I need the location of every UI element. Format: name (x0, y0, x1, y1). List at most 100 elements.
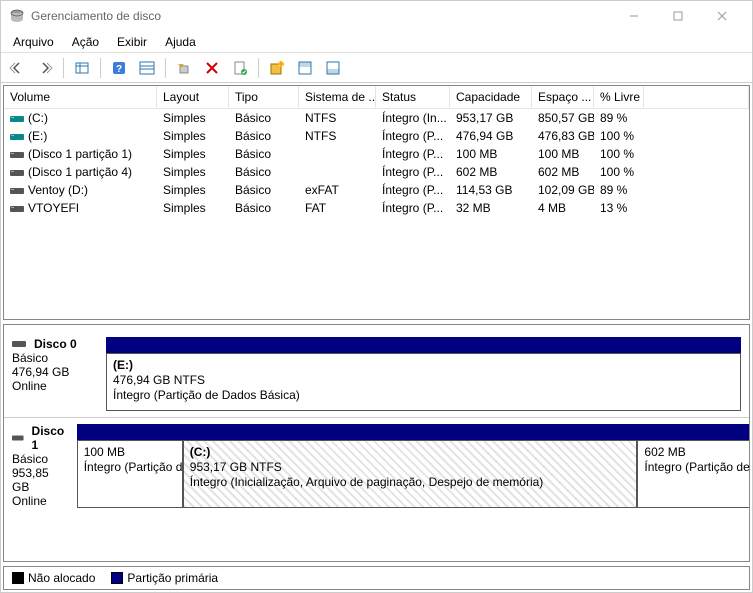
legend-unallocated: Não alocado (12, 571, 95, 585)
close-button[interactable] (700, 1, 744, 31)
partition-label: (C:) (190, 445, 631, 460)
volume-row[interactable]: (C:)SimplesBásicoNTFSÍntegro (In...953,1… (4, 109, 749, 127)
window-title: Gerenciamento de disco (31, 9, 161, 23)
disk-type: Básico (12, 351, 96, 365)
disk-icon (12, 433, 24, 443)
partition-size: 100 MB (84, 445, 176, 460)
view-bottom-button[interactable] (321, 56, 345, 80)
drive-icon (10, 168, 24, 178)
legend: Não alocado Partição primária (3, 566, 750, 590)
col-pctfree[interactable]: % Livre (594, 86, 644, 108)
drive-icon (10, 132, 24, 142)
refresh-button[interactable] (172, 56, 196, 80)
disk-state: Online (12, 379, 96, 393)
volume-fs: FAT (299, 200, 376, 216)
volume-layout: Simples (157, 164, 229, 180)
drive-icon (10, 114, 24, 124)
legend-box-navy (111, 572, 123, 584)
disk-icon (12, 339, 26, 349)
col-filesystem[interactable]: Sistema de ... (299, 86, 376, 108)
col-layout[interactable]: Layout (157, 86, 229, 108)
partition-box[interactable]: 100 MBÍntegro (Partição de Sistema EFI) (77, 440, 183, 508)
drive-icon (10, 150, 24, 160)
settings-list-button[interactable] (135, 56, 159, 80)
partition-size: 602 MB (644, 445, 750, 460)
volume-capacity: 114,53 GB (450, 182, 532, 198)
drive-icon (10, 186, 24, 196)
minimize-button[interactable] (612, 1, 656, 31)
disk-info[interactable]: Disco 0Básico476,94 GBOnline (4, 331, 104, 417)
volume-layout: Simples (157, 200, 229, 216)
volume-name: VTOYEFI (28, 201, 79, 215)
volume-layout: Simples (157, 128, 229, 144)
menu-action[interactable]: Ação (64, 33, 107, 51)
col-status[interactable]: Status (376, 86, 450, 108)
volume-pct: 100 % (594, 164, 644, 180)
volume-layout: Simples (157, 182, 229, 198)
col-volume[interactable]: Volume (4, 86, 157, 108)
partition-box[interactable]: (C:)953,17 GB NTFSÍntegro (Inicialização… (183, 440, 638, 508)
volume-row[interactable]: (Disco 1 partição 1)SimplesBásicoÍntegro… (4, 145, 749, 163)
volume-type: Básico (229, 146, 299, 162)
volume-type: Básico (229, 182, 299, 198)
forward-button[interactable] (33, 56, 57, 80)
menu-file[interactable]: Arquivo (5, 33, 62, 51)
new-button[interactable] (265, 56, 289, 80)
properties-button[interactable] (228, 56, 252, 80)
maximize-button[interactable] (656, 1, 700, 31)
volume-status: Íntegro (P... (376, 146, 450, 162)
partition-size: 953,17 GB NTFS (190, 460, 631, 475)
volume-free: 476,83 GB (532, 128, 594, 144)
legend-primary: Partição primária (111, 571, 218, 585)
col-extra[interactable] (644, 86, 749, 108)
svg-text:?: ? (116, 64, 122, 75)
partition-status: Íntegro (Partição de Recuperação) (644, 460, 750, 475)
disk-type: Básico (12, 452, 67, 466)
volume-status: Íntegro (P... (376, 128, 450, 144)
volume-fs (299, 153, 376, 155)
partition-strip (106, 337, 741, 353)
view-button[interactable] (70, 56, 94, 80)
volume-fs: exFAT (299, 182, 376, 198)
disk-state: Online (12, 494, 67, 508)
delete-button[interactable] (200, 56, 224, 80)
volume-pct: 89 % (594, 182, 644, 198)
volume-pct: 13 % (594, 200, 644, 216)
back-button[interactable] (5, 56, 29, 80)
menu-view[interactable]: Exibir (109, 33, 155, 51)
col-type[interactable]: Tipo (229, 86, 299, 108)
partition-status: Íntegro (Partição de Dados Básica) (113, 388, 734, 403)
volume-type: Básico (229, 164, 299, 180)
volume-type: Básico (229, 200, 299, 216)
col-free[interactable]: Espaço ... (532, 86, 594, 108)
volume-row[interactable]: Ventoy (D:) SimplesBásicoexFATÍntegro (P.… (4, 181, 749, 199)
volume-row[interactable]: (Disco 1 partição 4)SimplesBásicoÍntegro… (4, 163, 749, 181)
disk-info[interactable]: Disco 1Básico953,85 GBOnline (4, 418, 75, 514)
partition-box[interactable]: (E:)476,94 GB NTFSÍntegro (Partição de D… (106, 353, 741, 411)
volume-row[interactable]: VTOYEFISimplesBásicoFATÍntegro (P...32 M… (4, 199, 749, 217)
volume-row[interactable]: (E:)SimplesBásicoNTFSÍntegro (P...476,94… (4, 127, 749, 145)
toolbar: ? (1, 53, 752, 83)
help-button[interactable]: ? (107, 56, 131, 80)
partition-box[interactable]: 602 MBÍntegro (Partição de Recuperação) (637, 440, 750, 508)
disk-row: Disco 1Básico953,85 GBOnline100 MBÍntegr… (4, 417, 749, 514)
col-capacity[interactable]: Capacidade (450, 86, 532, 108)
partition-strip (77, 424, 750, 440)
volume-pct: 89 % (594, 110, 644, 126)
disk-name: Disco 1 (32, 424, 67, 452)
volume-fs: NTFS (299, 110, 376, 126)
legend-unallocated-label: Não alocado (28, 571, 95, 585)
volume-fs (299, 171, 376, 173)
view-top-button[interactable] (293, 56, 317, 80)
volume-status: Íntegro (P... (376, 182, 450, 198)
volume-pct: 100 % (594, 146, 644, 162)
volume-status: Íntegro (P... (376, 164, 450, 180)
drive-icon (10, 204, 24, 214)
volume-layout: Simples (157, 146, 229, 162)
volume-status: Íntegro (In... (376, 110, 450, 126)
volume-capacity: 953,17 GB (450, 110, 532, 126)
disk-size: 476,94 GB (12, 365, 96, 379)
menu-help[interactable]: Ajuda (157, 33, 204, 51)
volume-name: Ventoy (D:) (28, 183, 88, 197)
disk-name: Disco 0 (34, 337, 77, 351)
